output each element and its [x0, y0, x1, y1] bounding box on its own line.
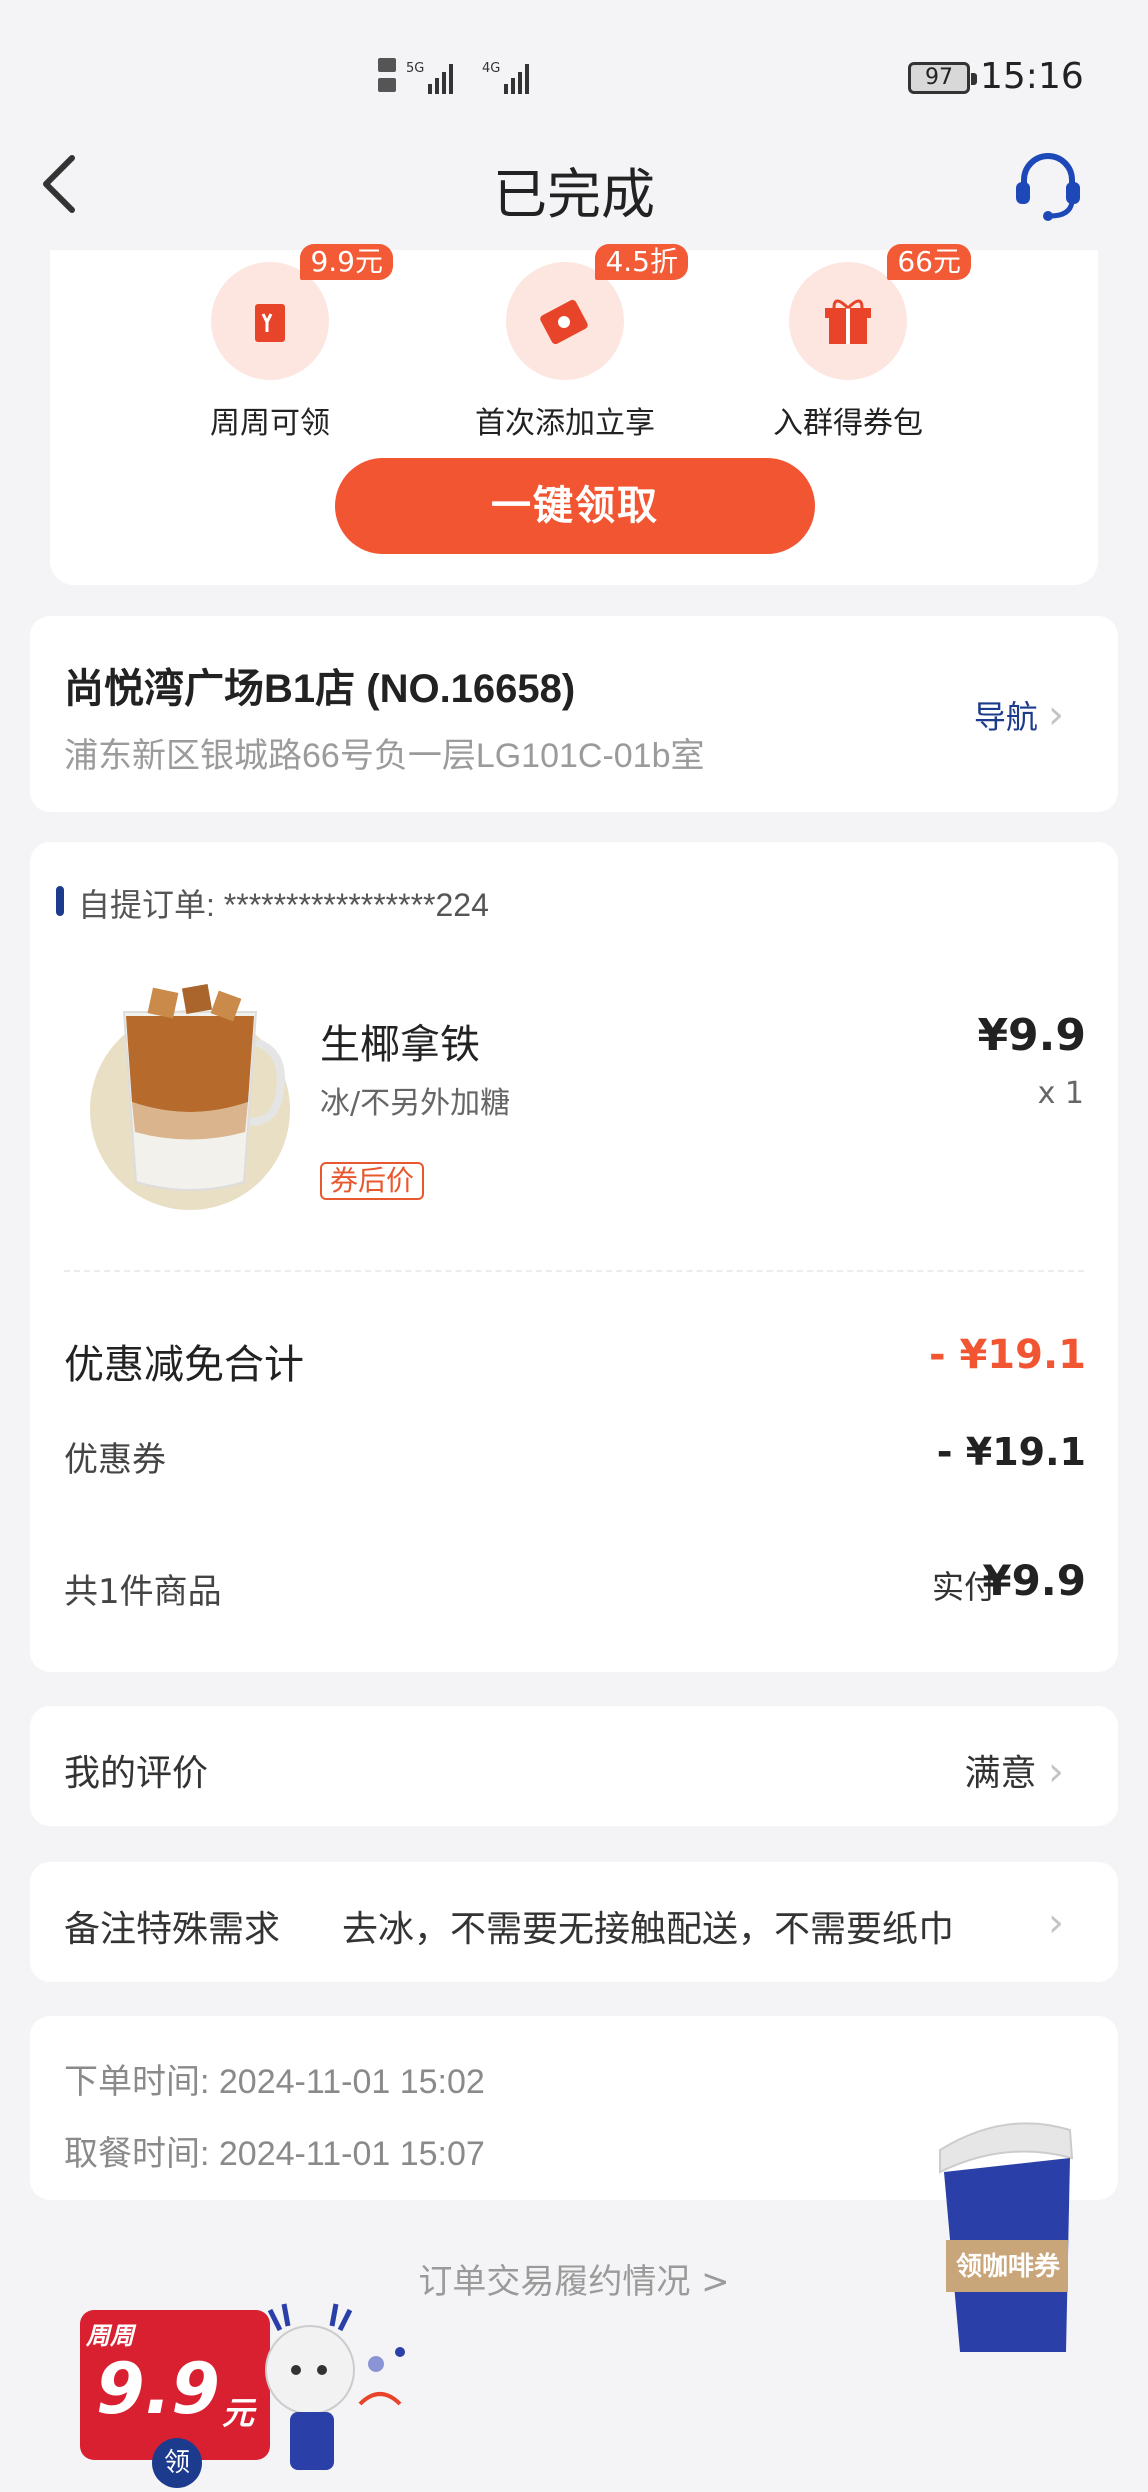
chevron-right-icon: › — [1048, 1749, 1064, 1795]
status-bar: 5G 4G 97 15:16 — [0, 0, 1148, 140]
svg-text:4G: 4G — [482, 61, 500, 76]
discount-total-value: - ¥19.1 — [928, 1332, 1086, 1378]
discount-total-label: 优惠减免合计 — [64, 1342, 304, 1388]
svg-text:5G: 5G — [406, 61, 424, 76]
rating-row[interactable]: 我的评价 满意 › — [30, 1706, 1118, 1826]
signal-icon: 5G 4G — [378, 58, 529, 94]
order-number: 自提订单: *****************224 — [78, 887, 489, 923]
coupon-circle: 4.5折 — [506, 244, 688, 380]
promo-top: 周周 — [86, 2322, 134, 2350]
page-title: 已完成 — [493, 163, 655, 226]
coupon-weekly[interactable]: 9.9元 周周可领 — [155, 244, 393, 442]
navigation-label: 导航 — [973, 698, 1038, 736]
coffee-coupon-label: 领咖啡券 — [955, 2252, 1060, 2282]
coupon-badge: 4.5折 — [595, 244, 688, 280]
promo-amount: 9.9 — [96, 2348, 221, 2430]
customer-service-icon[interactable] — [1010, 148, 1086, 224]
clock: 15:16 — [980, 56, 1084, 97]
store-address: 浦东新区银城路66号负一层LG101C-01b室 — [64, 737, 705, 775]
accent-bar — [56, 886, 64, 916]
coupon-circle: 9.9元 — [211, 244, 393, 380]
weekly-promo-float[interactable]: 周周 9.9 元 领 — [80, 2300, 420, 2490]
product-spec: 冰/不另外加糖 — [320, 1086, 511, 1121]
remark-value: 去冰，不需要无接触配送，不需要纸巾 — [342, 1909, 955, 1950]
promo-unit: 元 — [222, 2394, 255, 2432]
coffee-coupon-float[interactable]: 领咖啡券 — [930, 2110, 1080, 2360]
store-card: 尚悦湾广场B1店 (NO.16658) 浦东新区银城路66号负一层LG101C-… — [30, 616, 1118, 812]
coupon-first-add[interactable]: 4.5折 首次添加立享 — [450, 244, 688, 442]
product-price: ¥9.9 — [977, 1010, 1086, 1061]
rating-value-group: 满意 › — [965, 1744, 1064, 1796]
rating-value: 满意 — [964, 1753, 1037, 1794]
claim-all-button[interactable]: 一键领取 — [335, 458, 815, 554]
coupon-label: 周周可领 — [210, 406, 330, 441]
remark-row[interactable]: 备注特殊需求 去冰，不需要无接触配送，不需要纸巾 › — [30, 1862, 1118, 1982]
coupon-group[interactable]: 66元 入群得券包 — [733, 244, 971, 442]
after-coupon-price-tag: 券后价 — [320, 1162, 425, 1200]
product-quantity: x 1 — [1037, 1076, 1084, 1111]
coupon-badge: 9.9元 — [300, 244, 393, 280]
store-name: 尚悦湾广场B1店 (NO.16658) — [64, 667, 576, 711]
latte-image — [90, 983, 290, 1210]
paid-amount: ¥9.9 — [982, 1556, 1086, 1605]
order-card: 自提订单: *****************224 生椰拿铁 冰/不另外加糖 … — [30, 842, 1118, 1672]
remark-chevron: › — [1048, 1900, 1064, 1946]
coupon-discount-value: - ¥19.1 — [936, 1430, 1086, 1474]
chevron-right-icon: › — [1048, 1900, 1064, 1946]
coupon-discount-label: 优惠券 — [64, 1440, 166, 1480]
navigation-link[interactable]: 导航 › — [974, 692, 1064, 738]
coupon-label: 首次添加立享 — [475, 406, 655, 441]
remark-label: 备注特殊需求 — [64, 1909, 281, 1950]
coupon-label: 入群得券包 — [773, 406, 923, 441]
battery-icon: 97 — [908, 62, 977, 94]
coupon-badge: 66元 — [887, 244, 971, 280]
divider — [64, 1270, 1084, 1272]
coupon-circle: 66元 — [789, 244, 971, 380]
chevron-right-icon: › — [1048, 692, 1064, 738]
pickup-time: 取餐时间: 2024-11-01 15:07 — [64, 2135, 485, 2173]
promo-claim-badge: 领 — [152, 2438, 202, 2488]
rating-label: 我的评价 — [64, 1753, 209, 1794]
product-name: 生椰拿铁 — [320, 1022, 480, 1068]
coffee-cup-icon — [939, 2122, 1074, 2352]
mascot-icon — [265, 2303, 405, 2470]
order-time: 下单时间: 2024-11-01 15:02 — [64, 2063, 485, 2101]
item-count: 共1件商品 — [64, 1572, 222, 1612]
